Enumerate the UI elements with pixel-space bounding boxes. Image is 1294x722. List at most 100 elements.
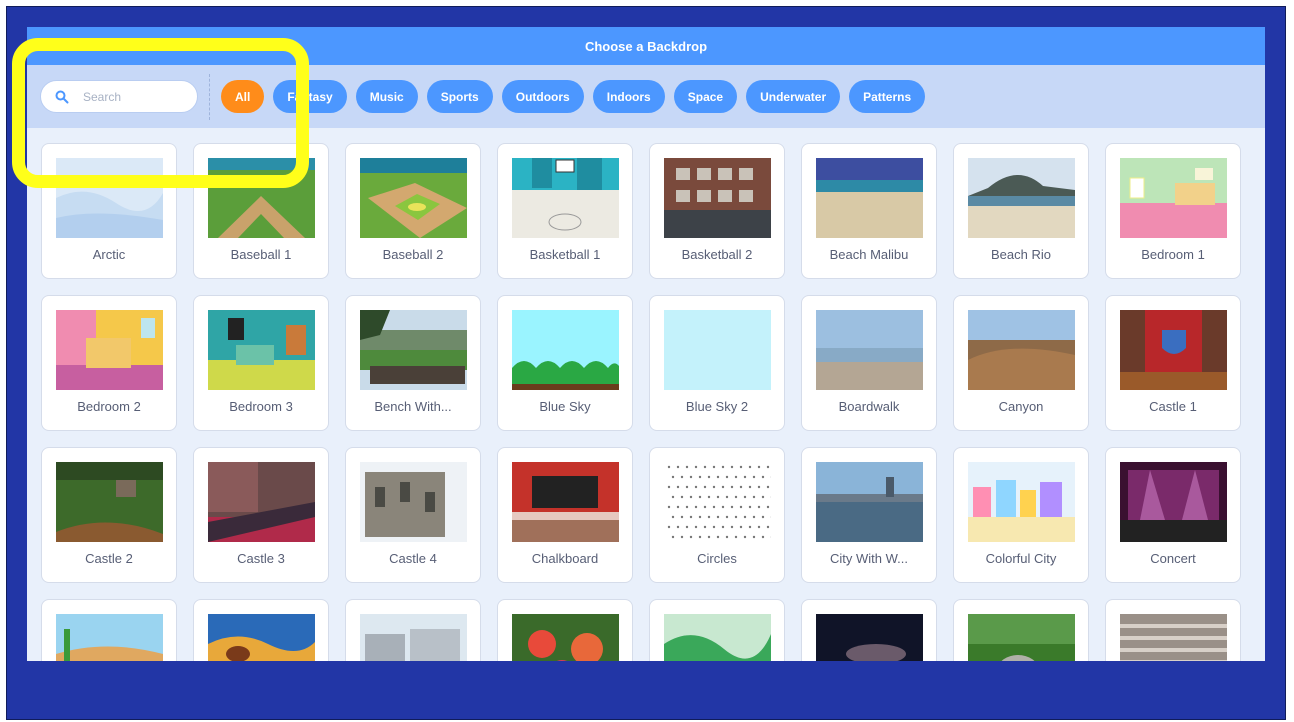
backdrop-thumbnail <box>664 614 771 661</box>
tag-fantasy[interactable]: Fantasy <box>273 80 347 113</box>
backdrop-thumbnail <box>968 614 1075 661</box>
modal-header: Choose a Backdrop <box>27 27 1265 65</box>
search-icon <box>55 90 69 103</box>
backdrop-card-unlabeled-30[interactable] <box>953 599 1089 661</box>
backdrop-thumbnail <box>816 158 923 238</box>
backdrop-thumbnail <box>968 462 1075 542</box>
backdrop-library-modal: Choose a Backdrop AllFantasyMusicSportsO… <box>27 27 1265 661</box>
backdrop-card-bedroom-2[interactable]: Bedroom 2 <box>41 295 177 431</box>
backdrop-thumbnail <box>1120 614 1227 661</box>
backdrop-label: Arctic <box>92 247 126 262</box>
backdrop-card-beach-rio[interactable]: Beach Rio <box>953 143 1089 279</box>
backdrop-thumbnail <box>816 614 923 661</box>
backdrop-grid: Arctic Baseball 1 Baseball 2 Basketball 1 Ba… <box>41 143 1241 661</box>
backdrop-thumbnail <box>56 462 163 542</box>
backdrop-card-bedroom-1[interactable]: Bedroom 1 <box>1105 143 1241 279</box>
backdrop-card-castle-4[interactable]: Castle 4 <box>345 447 481 583</box>
backdrop-label: Chalkboard <box>531 551 599 566</box>
search-box[interactable] <box>40 80 198 113</box>
backdrop-card-unlabeled-26[interactable] <box>345 599 481 661</box>
backdrop-card-boardwalk[interactable]: Boardwalk <box>801 295 937 431</box>
backdrop-thumbnail <box>512 614 619 661</box>
backdrop-thumbnail <box>664 462 771 542</box>
backdrop-card-blue-sky[interactable]: Blue Sky <box>497 295 633 431</box>
tag-underwater[interactable]: Underwater <box>746 80 841 113</box>
backdrop-label: Blue Sky <box>539 399 591 414</box>
backdrop-label: Blue Sky 2 <box>685 399 749 414</box>
backdrop-thumbnail <box>360 158 467 238</box>
backdrop-label: Beach Malibu <box>829 247 909 262</box>
backdrop-thumbnail <box>512 158 619 238</box>
backdrop-label: Bedroom 1 <box>1141 247 1205 262</box>
backdrop-thumbnail <box>208 158 315 238</box>
backdrop-thumbnail <box>816 310 923 390</box>
backdrop-label: Bench With... <box>374 399 452 414</box>
tag-patterns[interactable]: Patterns <box>849 80 926 113</box>
backdrop-card-castle-3[interactable]: Castle 3 <box>193 447 329 583</box>
backdrop-card-unlabeled-25[interactable] <box>193 599 329 661</box>
backdrop-label: Basketball 1 <box>529 247 601 262</box>
tag-sports[interactable]: Sports <box>426 80 493 113</box>
backdrop-thumbnail <box>968 310 1075 390</box>
backdrop-thumbnail <box>664 158 771 238</box>
tag-indoors[interactable]: Indoors <box>592 80 665 113</box>
backdrop-label: Circles <box>697 551 737 566</box>
backdrop-label: Castle 1 <box>1149 399 1197 414</box>
backdrop-thumbnail <box>208 614 315 661</box>
backdrop-label: Beach Rio <box>991 247 1051 262</box>
backdrop-thumbnail <box>512 462 619 542</box>
backdrop-label: Basketball 2 <box>681 247 753 262</box>
filter-bar: AllFantasyMusicSportsOutdoorsIndoorsSpac… <box>27 65 1265 128</box>
backdrop-label: Baseball 1 <box>230 247 292 262</box>
backdrop-thumbnail <box>816 462 923 542</box>
backdrop-card-colorful-city[interactable]: Colorful City <box>953 447 1089 583</box>
tag-list: All Fantasy Music Sports Outdoors Indoors Spac… <box>221 80 934 113</box>
backdrop-card-chalkboard[interactable]: Chalkboard <box>497 447 633 583</box>
backdrop-card-blue-sky-2[interactable]: Blue Sky 2 <box>649 295 785 431</box>
backdrop-thumbnail <box>56 310 163 390</box>
backdrop-card-unlabeled-31[interactable] <box>1105 599 1241 661</box>
backdrop-card-unlabeled-24[interactable] <box>41 599 177 661</box>
backdrop-card-unlabeled-27[interactable] <box>497 599 633 661</box>
backdrop-label: Boardwalk <box>838 399 900 414</box>
backdrop-label: City With W... <box>830 551 908 566</box>
tag-all[interactable]: All <box>221 80 265 113</box>
backdrop-card-castle-1[interactable]: Castle 1 <box>1105 295 1241 431</box>
backdrop-card-canyon[interactable]: Canyon <box>953 295 1089 431</box>
backdrop-card-unlabeled-28[interactable] <box>649 599 785 661</box>
tag-music[interactable]: Music <box>355 80 418 113</box>
modal-title: Choose a Backdrop <box>584 38 708 54</box>
search-input[interactable] <box>81 88 195 105</box>
tag-outdoors[interactable]: Outdoors <box>501 80 584 113</box>
backdrop-card-bench-with[interactable]: Bench With... <box>345 295 481 431</box>
backdrop-card-circles[interactable]: Circles <box>649 447 785 583</box>
backdrop-card-basketball-2[interactable]: Basketball 2 <box>649 143 785 279</box>
backdrop-card-arctic[interactable]: Arctic <box>41 143 177 279</box>
backdrop-thumbnail <box>208 310 315 390</box>
backdrop-card-bedroom-3[interactable]: Bedroom 3 <box>193 295 329 431</box>
backdrop-card-beach-malibu[interactable]: Beach Malibu <box>801 143 937 279</box>
backdrop-card-basketball-1[interactable]: Basketball 1 <box>497 143 633 279</box>
filter-divider <box>209 73 211 120</box>
backdrop-thumbnail <box>208 462 315 542</box>
backdrop-card-city-with-w[interactable]: City With W... <box>801 447 937 583</box>
backdrop-card-unlabeled-29[interactable] <box>801 599 937 661</box>
tag-space[interactable]: Space <box>673 80 738 113</box>
backdrop-thumbnail <box>512 310 619 390</box>
backdrop-thumbnail <box>360 310 467 390</box>
backdrop-label: Concert <box>1150 551 1196 566</box>
backdrop-thumbnail <box>1120 462 1227 542</box>
backdrop-card-concert[interactable]: Concert <box>1105 447 1241 583</box>
backdrop-thumbnail <box>968 158 1075 238</box>
backdrop-label: Bedroom 3 <box>229 399 293 414</box>
backdrop-card-baseball-1[interactable]: Baseball 1 <box>193 143 329 279</box>
backdrop-thumbnail <box>56 158 163 238</box>
backdrop-thumbnail <box>664 310 771 390</box>
backdrop-card-baseball-2[interactable]: Baseball 2 <box>345 143 481 279</box>
backdrop-thumbnail <box>56 614 163 661</box>
backdrop-card-castle-2[interactable]: Castle 2 <box>41 447 177 583</box>
backdrop-label: Castle 2 <box>85 551 133 566</box>
backdrop-label: Bedroom 2 <box>77 399 141 414</box>
backdrop-thumbnail <box>360 462 467 542</box>
backdrop-thumbnail <box>360 614 467 661</box>
